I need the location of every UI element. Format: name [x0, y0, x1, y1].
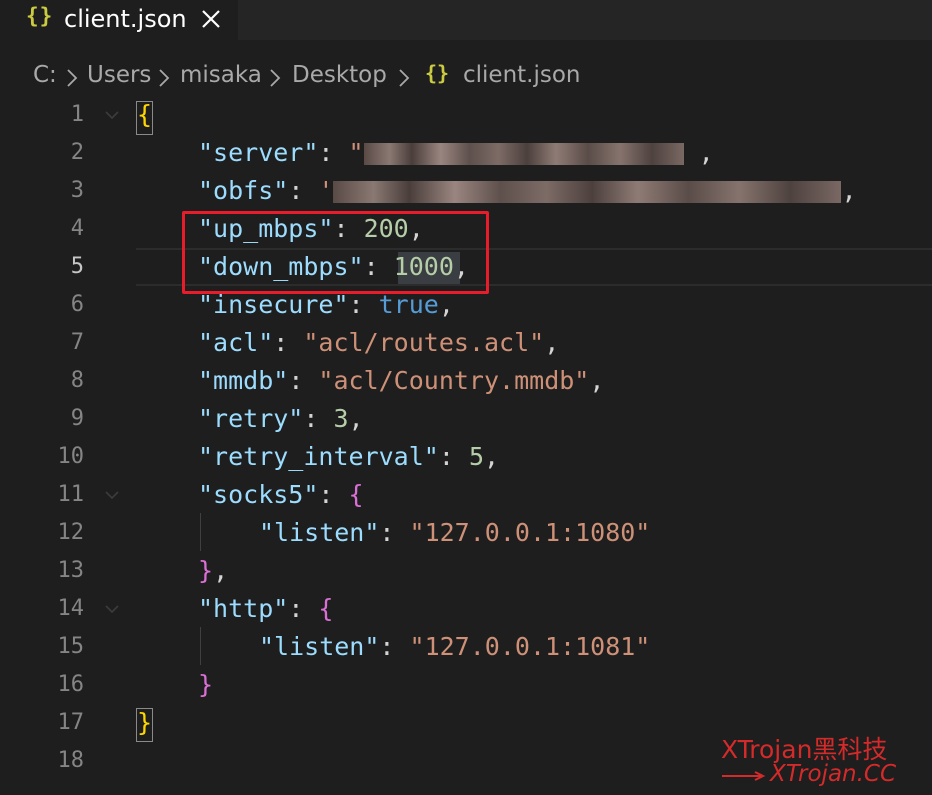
redacted-value	[333, 181, 842, 203]
close-icon[interactable]	[198, 6, 224, 32]
code-line: 2 "server": " ,	[0, 136, 932, 174]
line-number: 3	[70, 178, 84, 203]
line-number: 7	[70, 330, 84, 355]
breadcrumb-item-misaka[interactable]: misaka	[180, 62, 262, 88]
code-line: 3 "obfs": ',	[0, 174, 932, 212]
json-value: true	[378, 290, 439, 319]
json-key: "listen"	[259, 518, 380, 547]
json-key: "acl"	[198, 328, 274, 357]
arrow-right-icon	[722, 771, 766, 781]
redacted-value	[363, 143, 684, 165]
line-number: 6	[70, 292, 84, 317]
highlight-annotation-box	[182, 211, 489, 294]
line-number: 15	[57, 634, 85, 659]
breadcrumb-item-users[interactable]: Users	[87, 62, 151, 88]
json-key: "obfs"	[198, 176, 289, 205]
breadcrumb-item-file[interactable]: client.json	[463, 62, 581, 88]
json-key: "http"	[198, 594, 289, 623]
json-braces-icon: {}	[425, 61, 450, 85]
line-number: 13	[57, 558, 85, 583]
line-number: 5	[70, 254, 84, 279]
json-key: "mmdb"	[198, 366, 289, 395]
json-key: "listen"	[259, 632, 380, 661]
code-line: 16 }	[0, 668, 932, 706]
breadcrumb-item-desktop[interactable]: Desktop	[292, 62, 387, 88]
line-number: 9	[70, 406, 84, 431]
code-line: 13 },	[0, 554, 932, 592]
json-value: 5	[468, 442, 484, 471]
line-number: 11	[57, 482, 85, 507]
breadcrumb-item-drive[interactable]: C:	[33, 62, 57, 88]
fold-chevron-icon[interactable]	[103, 108, 121, 122]
line-number: 4	[70, 216, 84, 241]
line-number: 10	[57, 444, 85, 469]
line-number: 12	[57, 520, 85, 545]
chevron-right-icon	[67, 69, 78, 87]
tab-bar: {} client.json	[0, 0, 932, 40]
line-number: 1	[70, 102, 84, 127]
json-value: "acl/Country.mmdb"	[318, 366, 590, 395]
watermark-url: XTrojan.CC	[770, 761, 897, 787]
code-line: 11 "socks5": {	[0, 478, 932, 516]
watermark-link: XTrojan.CC	[722, 761, 922, 789]
json-key: "server"	[198, 138, 319, 167]
line-number: 17	[57, 710, 85, 735]
breadcrumb: C: Users misaka Desktop {} client.json	[0, 40, 932, 106]
line-number: 18	[57, 748, 85, 773]
json-value: "acl/routes.acl"	[303, 328, 545, 357]
line-number: 14	[57, 596, 85, 621]
code-line: 15 "listen": "127.0.0.1:1081"	[0, 630, 932, 668]
json-key: "socks5"	[198, 480, 319, 509]
code-line: 7 "acl": "acl/routes.acl",	[0, 326, 932, 364]
json-key: "insecure"	[198, 290, 349, 319]
json-key: "retry_interval"	[198, 442, 439, 471]
tab-client-json[interactable]: {} client.json	[0, 0, 238, 40]
json-value: "127.0.0.1:1081"	[409, 632, 651, 661]
json-value: "127.0.0.1:1080"	[409, 518, 651, 547]
fold-chevron-icon[interactable]	[103, 488, 121, 502]
line-number: 2	[70, 140, 84, 165]
code-line: 12 "listen": "127.0.0.1:1080"	[0, 516, 932, 554]
code-line: 8 "mmdb": "acl/Country.mmdb",	[0, 364, 932, 402]
chevron-right-icon	[270, 69, 281, 87]
json-braces-icon: {}	[26, 4, 54, 28]
code-line: 14 "http": {	[0, 592, 932, 630]
chevron-right-icon	[159, 69, 170, 87]
tab-label: client.json	[64, 5, 187, 33]
fold-chevron-icon[interactable]	[103, 602, 121, 616]
code-editor[interactable]: 1 { 2 "server": " , 3 "obfs": ', 4 "up_m…	[0, 98, 932, 795]
line-number: 16	[57, 672, 85, 697]
line-number: 8	[70, 368, 84, 393]
code-line: 9 "retry": 3,	[0, 402, 932, 440]
code-line: 1 {	[0, 98, 932, 136]
json-key: "retry"	[198, 404, 304, 433]
code-line: 10 "retry_interval": 5,	[0, 440, 932, 478]
chevron-right-icon	[399, 69, 410, 87]
json-value: 3	[333, 404, 349, 433]
